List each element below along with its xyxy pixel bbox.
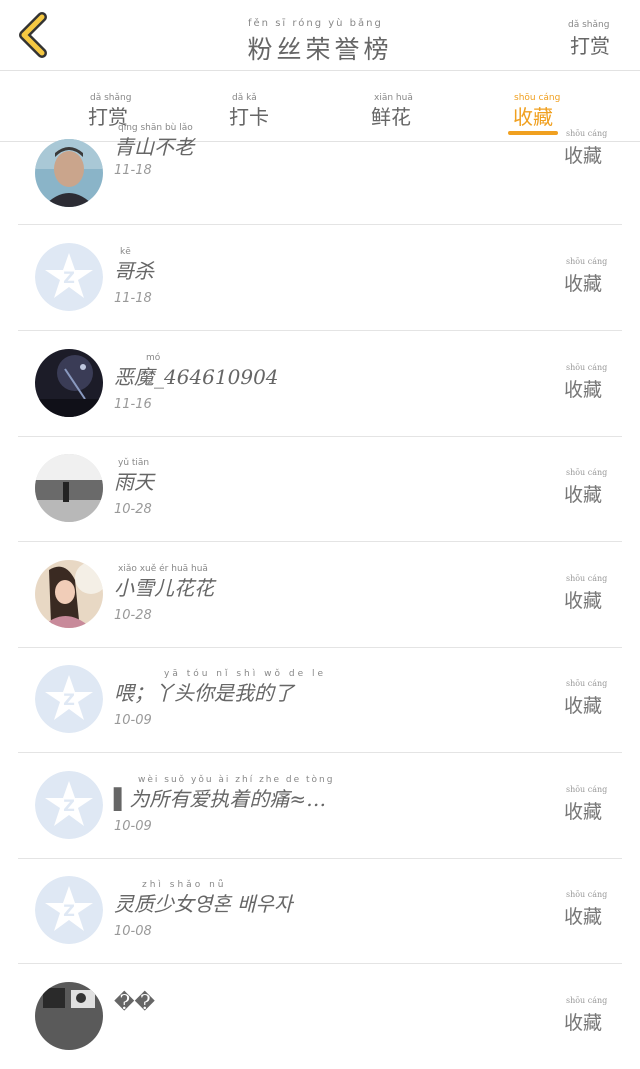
list-item[interactable]: Z wèi suǒ yǒu ài zhí zhe de tòng ▌为所有爱执着… — [18, 753, 622, 859]
favorite-button[interactable]: shōu cáng 收藏 — [563, 363, 607, 402]
favorite-button[interactable]: shōu cáng 收藏 — [563, 574, 607, 613]
avatar: Z — [35, 243, 103, 311]
date-label: 10-28 — [114, 502, 152, 517]
favorite-button[interactable]: shōu cáng 收藏 — [563, 257, 607, 296]
qq-default-avatar-icon: Z — [35, 243, 103, 311]
list-item[interactable]: xiǎo xuě ér huā huā 小雪儿花花 10-28 shōu cán… — [18, 542, 622, 648]
favorite-pinyin: shōu cáng — [565, 574, 608, 583]
favorite-label: 收藏 — [563, 590, 602, 612]
date-label: 10-09 — [114, 819, 152, 834]
svg-text:Z: Z — [63, 268, 75, 287]
favorite-label: 收藏 — [563, 273, 602, 295]
user-name: 灵质少女영혼 배우자 — [114, 892, 293, 916]
page-title: 粉丝荣誉榜 — [247, 35, 393, 64]
reward-button[interactable]: 打赏 — [570, 30, 610, 59]
favorite-button[interactable]: shōu cáng 收藏 — [563, 890, 607, 929]
user-name: 哥杀 — [114, 259, 154, 283]
user-name: �� — [114, 990, 156, 1014]
qq-default-avatar-icon: Z — [35, 876, 103, 944]
user-name: 雨天 — [114, 470, 154, 494]
date-label: 11-16 — [114, 397, 152, 412]
favorite-label: 收藏 — [563, 1012, 602, 1034]
user-name: ▌为所有爱执着的痛≈… — [114, 787, 327, 811]
avatar: Z — [35, 876, 103, 944]
favorite-label: 收藏 — [563, 484, 602, 506]
list-item[interactable]: Z yā tóu nǐ shì wǒ de le 喂；丫头你是我的了 10-09… — [18, 647, 622, 753]
header-action-pinyin: dǎ shǎng — [568, 20, 610, 30]
favorite-pinyin: shōu cáng — [565, 257, 608, 266]
svg-text:Z: Z — [63, 901, 75, 920]
title-pinyin: fěn sī róng yù bǎng — [248, 18, 383, 29]
svg-text:Z: Z — [63, 796, 75, 815]
avatar — [35, 560, 103, 628]
qq-default-avatar-icon: Z — [35, 665, 103, 733]
avatar — [35, 454, 103, 522]
list-item[interactable]: Z zhì shǎo nǚ 灵质少女영혼 배우자 10-08 shōu cáng… — [18, 858, 622, 964]
favorite-label: 收藏 — [563, 906, 602, 928]
favorite-button[interactable]: shōu cáng 收藏 — [563, 129, 607, 168]
date-label: 11-18 — [114, 163, 152, 178]
favorite-pinyin: shōu cáng — [565, 785, 608, 794]
favorite-label: 收藏 — [563, 801, 602, 823]
favorite-pinyin: shōu cáng — [565, 890, 608, 899]
favorite-label: 收藏 — [563, 379, 602, 401]
user-name: 小雪儿花花 — [114, 576, 214, 600]
avatar: Z — [35, 771, 103, 839]
list-item[interactable]: �� shōu cáng 收藏 — [18, 964, 622, 1069]
favorite-label: 收藏 — [563, 145, 602, 167]
list-item[interactable]: yǔ tiān 雨天 10-28 shōu cáng 收藏 — [18, 436, 622, 542]
favorite-button[interactable]: shōu cáng 收藏 — [563, 996, 607, 1035]
avatar — [35, 349, 103, 417]
favorite-button[interactable]: shōu cáng 收藏 — [563, 679, 607, 718]
favorite-label: 收藏 — [563, 695, 602, 717]
avatar — [35, 139, 103, 207]
favorite-button[interactable]: shōu cáng 收藏 — [563, 785, 607, 824]
favorite-button[interactable]: shōu cáng 收藏 — [563, 468, 607, 507]
list-item[interactable]: qīng shān bù lǎo 青山不老 11-18 shōu cáng 收藏 — [18, 119, 622, 225]
favorite-pinyin: shōu cáng — [565, 129, 608, 138]
favorite-pinyin: shōu cáng — [565, 679, 608, 688]
user-name: 恶魔_464610904 — [114, 365, 279, 389]
avatar: Z — [35, 665, 103, 733]
date-label: 11-18 — [114, 291, 152, 306]
user-name: 青山不老 — [114, 135, 194, 159]
date-label: 10-08 — [114, 924, 152, 939]
user-name: 喂；丫头你是我的了 — [114, 681, 294, 705]
qq-default-avatar-icon: Z — [35, 771, 103, 839]
avatar — [35, 982, 103, 1050]
list-item[interactable]: mó 恶魔_464610904 11-16 shōu cáng 收藏 — [18, 331, 622, 437]
favorite-pinyin: shōu cáng — [565, 468, 608, 477]
date-label: 10-09 — [114, 713, 152, 728]
list-item[interactable]: Z kē 哥杀 11-18 shōu cáng 收藏 — [18, 225, 622, 331]
favorite-pinyin: shōu cáng — [565, 996, 608, 1005]
favorite-pinyin: shōu cáng — [565, 363, 608, 372]
svg-text:Z: Z — [63, 690, 75, 709]
top-bar: fěn sī róng yù bǎng 粉丝荣誉榜 dǎ shǎng 打赏 — [0, 0, 640, 71]
date-label: 10-28 — [114, 608, 152, 623]
